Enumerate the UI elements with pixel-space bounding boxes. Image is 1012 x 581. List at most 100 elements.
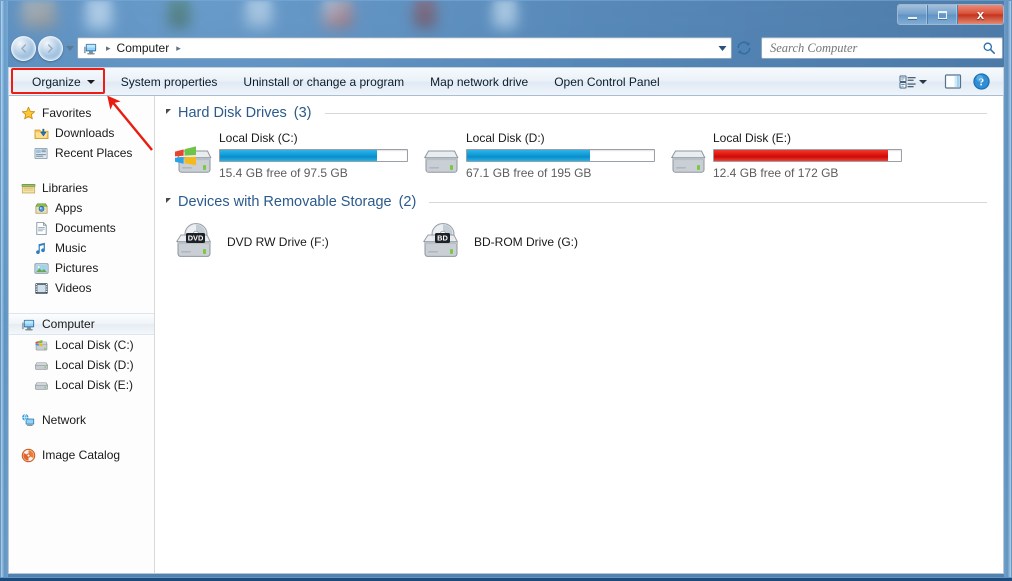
preview-pane-icon: [944, 73, 962, 90]
toolbar-item-open-control-panel[interactable]: Open Control Panel: [542, 70, 671, 94]
group-header-hard-disk-drives[interactable]: Hard Disk Drives (3): [155, 105, 1003, 121]
group-header-devices-with-removable-storage[interactable]: Devices with Removable Storage (2): [155, 194, 1003, 210]
address-dropdown-button[interactable]: [714, 38, 731, 58]
maximize-button[interactable]: [928, 5, 957, 24]
toolbar-item-system-properties[interactable]: System properties: [109, 70, 230, 94]
minimize-button[interactable]: [898, 5, 927, 24]
forward-button[interactable]: [38, 36, 63, 61]
drive-tile-local-disk-e[interactable]: Local Disk (E:) 12.4 GB free of 172 GB: [663, 130, 913, 180]
star-icon: [20, 105, 36, 121]
nav-group-libraries: Libraries Apps: [9, 178, 154, 298]
drive-icon: [33, 357, 49, 373]
capacity-bar: [466, 149, 655, 162]
sidebar-item-computer[interactable]: Computer: [9, 313, 154, 335]
computer-icon: [83, 41, 98, 56]
address-bar[interactable]: ▸ Computer ▸: [77, 37, 732, 59]
toolbar-item-uninstall-or-change-a-program[interactable]: Uninstall or change a program: [231, 70, 416, 94]
chevron-down-icon: [718, 46, 727, 51]
device-tile-dvd-rw-drive-f[interactable]: DVD DVD RW Drive (F:): [169, 221, 416, 263]
close-button[interactable]: x: [958, 5, 1003, 24]
sidebar-label: Recent Places: [55, 146, 132, 160]
capacity-bar: [219, 149, 408, 162]
breadcrumb-computer[interactable]: Computer: [115, 41, 172, 55]
nav-group-computer: Computer L: [9, 313, 154, 395]
sidebar-item-downloads[interactable]: Downloads: [9, 123, 154, 143]
dvd-drive-icon: DVD: [169, 221, 219, 263]
removable-device-row: DVD DVD RW Drive (F:): [155, 212, 1003, 263]
help-button[interactable]: ?: [968, 70, 995, 93]
sidebar-item-libraries[interactable]: Libraries: [9, 178, 154, 198]
back-arrow-icon: [17, 42, 30, 55]
back-button[interactable]: [11, 36, 36, 61]
capacity-bar-fill: [467, 150, 590, 161]
recent-pages-button[interactable]: [63, 36, 76, 61]
group-count: (2): [399, 194, 417, 210]
sidebar-item-image-catalog[interactable]: Image Catalog: [9, 445, 154, 465]
sidebar-item-apps[interactable]: Apps: [9, 198, 154, 218]
sidebar-label: Music: [55, 241, 86, 255]
music-library-icon: [33, 240, 49, 256]
sidebar-item-music[interactable]: Music: [9, 238, 154, 258]
explorer-window: x: [0, 0, 1012, 578]
capacity-bar: [713, 149, 902, 162]
toolbar: Organize System properties Uninstall or …: [8, 67, 1004, 96]
sidebar-label: Local Disk (C:): [55, 338, 134, 352]
drive-free-space: 12.4 GB free of 172 GB: [713, 166, 902, 180]
sidebar-label: Libraries: [42, 181, 88, 195]
sidebar-item-local-disk-d[interactable]: Local Disk (D:): [9, 355, 154, 375]
sidebar-item-documents[interactable]: Documents: [9, 218, 154, 238]
sidebar-item-recent-places[interactable]: Recent Places: [9, 143, 154, 163]
drive-name: Local Disk (C:): [219, 131, 408, 145]
drive-icon: [416, 130, 466, 180]
search-box[interactable]: [761, 37, 1003, 59]
sidebar-label: Pictures: [55, 261, 98, 275]
change-view-button[interactable]: [895, 70, 938, 93]
videos-library-icon: [33, 280, 49, 296]
bd-badge-text: BD: [437, 234, 448, 243]
drive-name: Local Disk (D:): [466, 131, 655, 145]
recent-places-icon: [33, 145, 49, 161]
drive-tile-local-disk-c[interactable]: Local Disk (C:) 15.4 GB free of 97.5 GB: [169, 130, 416, 180]
expander-triangle-icon[interactable]: [166, 198, 171, 203]
dvd-badge-text: DVD: [188, 234, 204, 243]
libraries-icon: [20, 180, 36, 196]
title-bar[interactable]: x: [1, 1, 1011, 31]
sidebar-label: Local Disk (E:): [55, 378, 133, 392]
organize-button[interactable]: Organize: [20, 70, 107, 94]
sidebar-item-local-disk-e[interactable]: Local Disk (E:): [9, 375, 154, 395]
pictures-library-icon: [33, 260, 49, 276]
sidebar-item-network[interactable]: Network: [9, 410, 154, 430]
content-area: Favorites Downloads: [8, 96, 1004, 574]
view-options-icon: [899, 74, 917, 90]
toolbar-item-map-network-drive[interactable]: Map network drive: [418, 70, 540, 94]
nav-group-network: Network: [9, 410, 154, 430]
sidebar-label: Image Catalog: [42, 448, 120, 462]
svg-text:?: ?: [979, 77, 984, 89]
search-input[interactable]: [770, 41, 982, 56]
group-divider: [429, 202, 987, 203]
device-tile-bd-rom-drive-g[interactable]: BD BD-ROM Drive (G:): [416, 221, 663, 263]
sidebar-item-local-disk-c[interactable]: Local Disk (C:): [9, 335, 154, 355]
expander-triangle-icon[interactable]: [166, 109, 171, 114]
system-drive-icon: [169, 130, 219, 180]
file-list-pane[interactable]: Hard Disk Drives (3): [155, 96, 1003, 573]
help-icon: ?: [972, 72, 991, 91]
sidebar-item-videos[interactable]: Videos: [9, 278, 154, 298]
drive-tile-local-disk-d[interactable]: Local Disk (D:) 67.1 GB free of 195 GB: [416, 130, 663, 180]
window-border-right: [1004, 1, 1011, 577]
drive-free-space: 67.1 GB free of 195 GB: [466, 166, 655, 180]
sidebar-item-pictures[interactable]: Pictures: [9, 258, 154, 278]
preview-pane-button[interactable]: [940, 70, 966, 93]
search-icon[interactable]: [982, 41, 998, 55]
chevron-down-icon: [919, 80, 927, 84]
navigation-pane[interactable]: Favorites Downloads: [9, 96, 155, 573]
nav-spacer: [9, 300, 154, 313]
address-bar-row: ▸ Computer ▸: [8, 34, 1004, 62]
refresh-button[interactable]: [733, 37, 755, 59]
drive-info: Local Disk (E:) 12.4 GB free of 172 GB: [713, 130, 902, 180]
bd-drive-icon: BD: [416, 221, 466, 263]
sidebar-item-favorites[interactable]: Favorites: [9, 103, 154, 123]
group-count: (3): [294, 105, 312, 121]
breadcrumb-separator-trailing[interactable]: ▸: [171, 43, 185, 54]
nav-spacer: [9, 165, 154, 178]
